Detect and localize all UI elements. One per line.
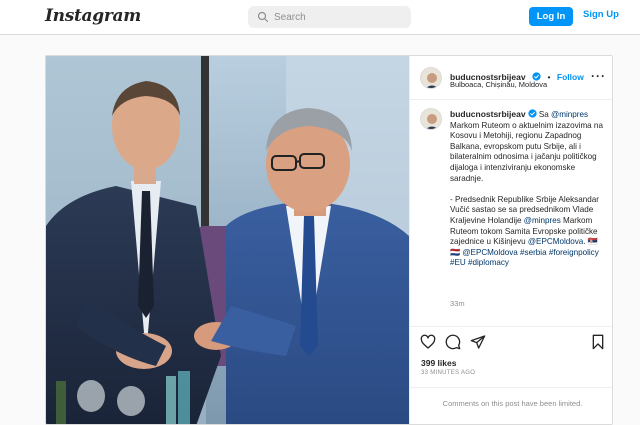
- heart-icon[interactable]: [420, 334, 436, 350]
- post-location[interactable]: Bulboaca, Chișinău, Moldova: [450, 80, 547, 89]
- hashtag-link[interactable]: #foreignpolicy: [549, 248, 599, 257]
- search-input[interactable]: [274, 6, 404, 28]
- avatar[interactable]: [420, 67, 442, 89]
- search-icon: [257, 11, 269, 23]
- caption-gap: [450, 184, 610, 195]
- caption-avatar[interactable]: [420, 108, 442, 130]
- search-box[interactable]: [248, 6, 411, 28]
- caption-text: Markom Ruteom o aktuelnim izazovima na K…: [450, 120, 603, 183]
- photo-illustration: [46, 56, 409, 424]
- action-bar: [410, 326, 612, 356]
- mention-link[interactable]: @EPCMoldova: [528, 237, 583, 246]
- hashtag-link[interactable]: #diplomacy: [468, 258, 509, 267]
- more-options-icon[interactable]: ···: [591, 69, 606, 83]
- post-card: buducnostsrbijeav • Follow Bulboaca, Chi…: [45, 55, 613, 425]
- post-time-ago[interactable]: 33 MINUTES AGO: [421, 370, 475, 376]
- follow-button[interactable]: Follow: [557, 72, 584, 82]
- verified-badge-icon: [527, 109, 537, 118]
- caption-timestamp[interactable]: 33m: [450, 299, 465, 308]
- separator-dot: •: [547, 72, 551, 82]
- mention-link[interactable]: @minpres: [524, 216, 561, 225]
- caption-paragraph-1: buducnostsrbijeav Sa @minpres Markom Rut…: [450, 109, 610, 184]
- avatar-image: [421, 109, 441, 129]
- mention-link[interactable]: @minpres: [551, 110, 588, 119]
- mention-link[interactable]: @EPCMoldova: [462, 248, 517, 257]
- post-header: buducnostsrbijeav • Follow Bulboaca, Chi…: [410, 56, 612, 100]
- post-caption: buducnostsrbijeav Sa @minpres Markom Rut…: [450, 109, 610, 269]
- comments-limited-notice: Comments on this post have been limited.: [410, 387, 612, 424]
- caption-text: Sa: [538, 110, 551, 119]
- hashtag-link[interactable]: #EU: [450, 258, 466, 267]
- likes-count[interactable]: 399 likes: [421, 358, 456, 368]
- hashtag-link[interactable]: #serbia: [520, 248, 547, 257]
- top-navigation-bar: Instagram Log In Sign Up: [0, 0, 640, 35]
- instagram-logo[interactable]: Instagram: [45, 6, 141, 26]
- avatar-image: [421, 68, 441, 88]
- post-photo[interactable]: [46, 56, 409, 424]
- share-icon[interactable]: [470, 334, 486, 350]
- post-sidebar: buducnostsrbijeav • Follow Bulboaca, Chi…: [409, 56, 612, 424]
- login-button[interactable]: Log In: [529, 7, 573, 26]
- bookmark-icon[interactable]: [590, 334, 606, 350]
- caption-paragraph-2: - Predsednik Republike Srbije Aleksandar…: [450, 195, 610, 269]
- signup-link[interactable]: Sign Up: [583, 9, 619, 20]
- caption-username[interactable]: buducnostsrbijeav: [450, 109, 526, 119]
- comment-icon[interactable]: [445, 334, 461, 350]
